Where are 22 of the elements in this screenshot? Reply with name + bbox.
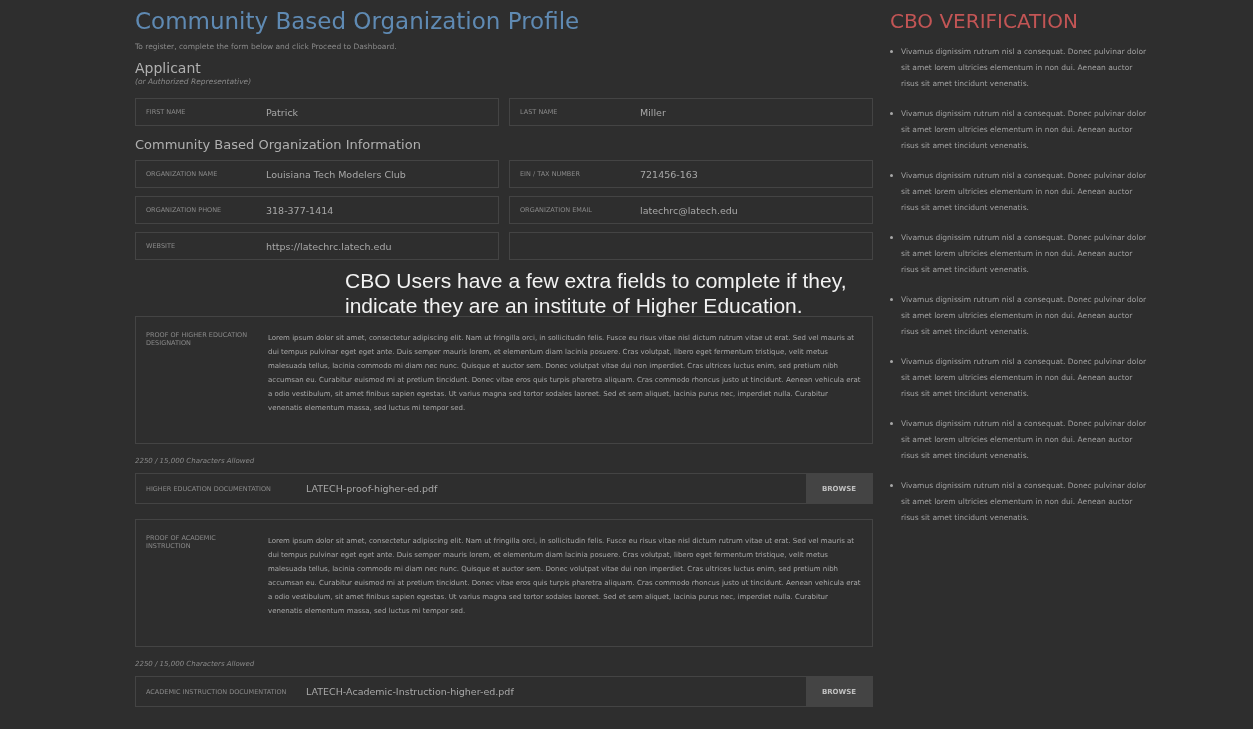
field-value: Miller	[640, 106, 666, 118]
field-value: Louisiana Tech Modelers Club	[266, 168, 406, 180]
field-value: https://latechrc.latech.edu	[266, 240, 392, 252]
callout-caption: CBO Users have a few extra fields to complete if they, indicate they are an institute of Higher Education.	[345, 268, 848, 318]
bullet-icon	[890, 422, 893, 425]
bullet-icon	[890, 484, 893, 487]
bullet-icon	[890, 236, 893, 239]
field-value: latechrc@latech.edu	[640, 204, 738, 216]
bullet-icon	[890, 50, 893, 53]
bullet-icon	[890, 112, 893, 115]
file-name: LATECH-proof-higher-ed.pdf	[306, 483, 439, 494]
section-heading: Applicant	[135, 59, 202, 77]
file-name: LATECH-Academic-Instruction-higher-ed.pdf	[306, 686, 515, 697]
bullet-icon	[890, 174, 893, 177]
page-title: Community Based Organization Profile	[135, 7, 581, 36]
sidebar-title: CBO VERIFICATION	[890, 8, 1079, 35]
field-value: 318-377-1414	[266, 204, 334, 216]
field-value: Patrick	[266, 106, 299, 118]
section-heading: Community Based Organization Information	[135, 136, 422, 154]
field-value: 721456-163	[640, 168, 698, 180]
bullet-icon	[890, 298, 893, 301]
bullet-icon	[890, 360, 893, 363]
